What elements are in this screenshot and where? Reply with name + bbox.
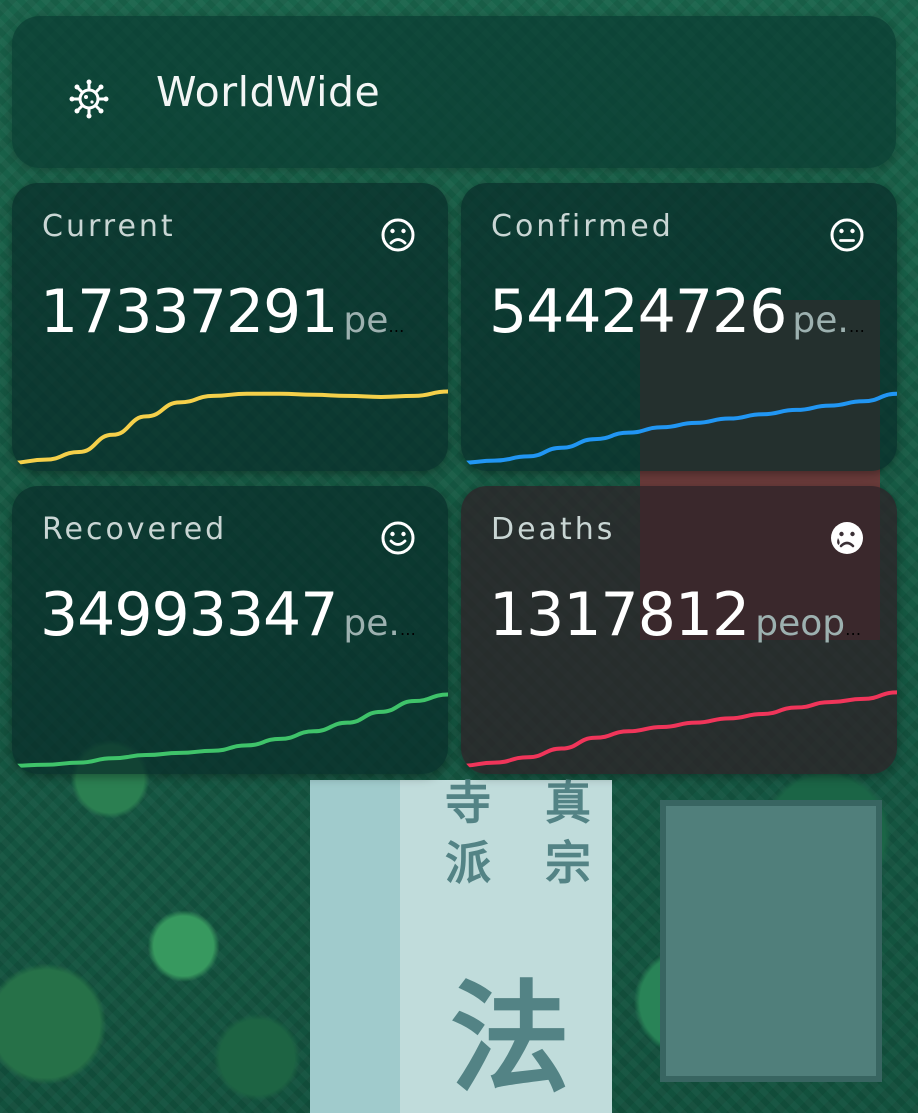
region-title: WorldWide: [156, 68, 381, 116]
trend-sparkline: [461, 391, 897, 465]
smile-face-icon: [381, 521, 415, 555]
virus-icon: [69, 79, 109, 119]
sad-face-icon: [381, 218, 415, 252]
stat-label: Confirmed: [491, 209, 674, 244]
stat-label: Deaths: [491, 512, 616, 547]
neutral-face-icon: [830, 218, 864, 252]
crying-face-icon: [831, 522, 863, 554]
trend-line: [12, 692, 448, 768]
trend-line: [461, 391, 897, 465]
stat-card-confirmed[interactable]: Confirmed 54424726 pe...: [461, 183, 897, 471]
stat-card-deaths[interactable]: Deaths 1317812 people: [461, 486, 897, 774]
trend-sparkline: [461, 690, 897, 768]
stat-unit: pe...: [792, 300, 869, 341]
stat-label: Recovered: [42, 512, 228, 547]
stat-number: 17337291peop...: [40, 277, 420, 347]
stat-card-current[interactable]: Current 17337291peop...: [12, 183, 448, 471]
stat-value: 54424726: [489, 277, 787, 347]
stat-value: 34993347: [40, 580, 338, 650]
trend-line: [461, 690, 897, 768]
stat-unit: people: [755, 603, 869, 644]
trend-sparkline: [12, 389, 448, 465]
stat-number: 54424726 pe...: [489, 277, 869, 347]
trend-line: [12, 389, 448, 465]
trend-sparkline: [12, 692, 448, 768]
stat-card-recovered[interactable]: Recovered 34993347 pe...: [12, 486, 448, 774]
stat-number: 34993347 pe...: [40, 580, 420, 650]
stat-label: Current: [42, 209, 176, 244]
stat-value: 1317812: [489, 580, 750, 650]
stat-number: 1317812 people: [489, 580, 869, 650]
stat-value: 17337291: [40, 277, 338, 347]
stat-unit: pe...: [343, 603, 420, 644]
stat-unit: peop...: [343, 300, 420, 341]
region-header[interactable]: WorldWide: [12, 16, 896, 168]
